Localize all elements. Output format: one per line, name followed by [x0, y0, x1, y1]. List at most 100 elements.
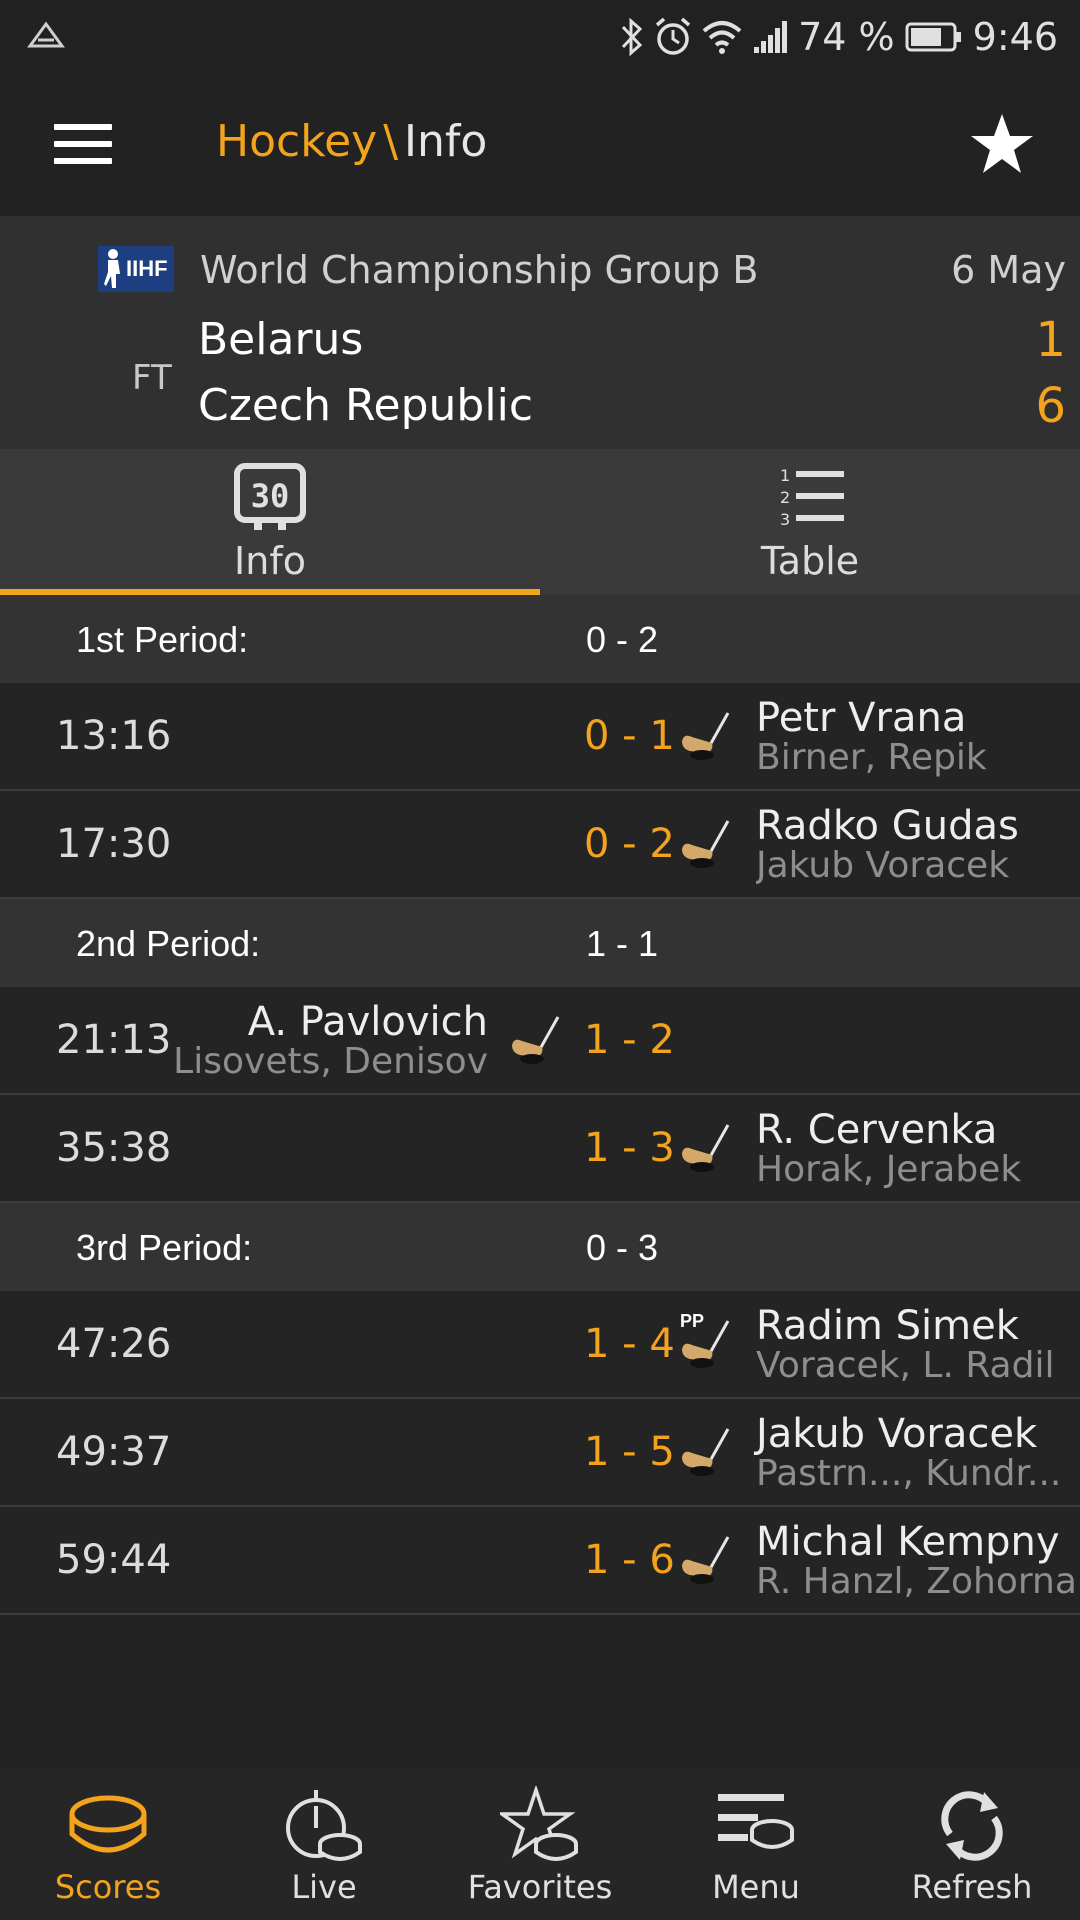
period-header: 2nd Period: 1 - 1 — [0, 899, 1080, 987]
period-header: 3rd Period: 0 - 3 — [0, 1203, 1080, 1291]
tab-info-label: Info — [234, 539, 306, 583]
tab-bar: 30 Info 1 2 3 Table — [0, 449, 1080, 595]
goal-row[interactable]: 49:37 1 - 5 Jakub Voracek Pastrn..., Kun… — [0, 1399, 1080, 1507]
competition-name: World Championship Group B — [200, 248, 759, 292]
bottom-navigation: Scores Live Favorites Menu Refresh — [0, 1768, 1080, 1920]
goal-scorer: Michal Kempny — [756, 1519, 1060, 1565]
svg-text:3: 3 — [780, 510, 790, 529]
page-title: Hockey \ Info — [216, 116, 487, 167]
nav-refresh[interactable]: Refresh — [864, 1768, 1080, 1920]
goal-score: 1 - 4 — [584, 1321, 675, 1367]
goal-time: 49:37 — [56, 1429, 172, 1475]
goal-score: 1 - 5 — [584, 1429, 675, 1475]
goal-row[interactable]: 17:30 0 - 2 Radko Gudas Jakub Voracek — [0, 791, 1080, 899]
match-date: 6 May — [951, 248, 1066, 292]
svg-text:30: 30 — [251, 477, 290, 515]
period-score: 0 - 3 — [586, 1227, 659, 1268]
signal-icon — [754, 21, 788, 53]
goal-scorer: Petr Vrana — [756, 695, 967, 741]
svg-text:2: 2 — [780, 488, 790, 507]
nav-favorites-label: Favorites — [467, 1868, 613, 1906]
goal-scorer: Radko Gudas — [756, 803, 1019, 849]
period-score: 0 - 2 — [586, 619, 659, 660]
hockey-stick-icon — [682, 1320, 730, 1368]
tab-table[interactable]: 1 2 3 Table — [540, 449, 1080, 595]
tab-info[interactable]: 30 Info — [0, 449, 540, 595]
breadcrumb-page: Info — [404, 116, 488, 167]
goal-score: 1 - 3 — [584, 1125, 675, 1171]
refresh-icon — [941, 1791, 1003, 1861]
goal-scorer: A. Pavlovich — [247, 999, 488, 1045]
goal-score: 0 - 1 — [584, 713, 675, 759]
app-bar: Hockey \ Info — [0, 72, 1080, 216]
nav-menu[interactable]: Menu — [648, 1768, 864, 1920]
hockey-stick-icon — [512, 1016, 560, 1064]
iihf-logo: IIHF — [98, 246, 174, 292]
goal-time: 59:44 — [56, 1537, 172, 1583]
scoreboard-icon: 30 — [234, 463, 306, 530]
goal-score: 1 - 2 — [584, 1017, 675, 1063]
nav-scores-label: Scores — [54, 1868, 162, 1906]
goal-row[interactable]: 21:13 A. Pavlovich Lisovets, Denisov 1 -… — [0, 987, 1080, 1095]
nav-live[interactable]: Live — [216, 1768, 432, 1920]
hockey-stick-icon — [682, 1124, 730, 1172]
hockey-stick-icon — [682, 820, 730, 868]
goal-scorer: Radim Simek — [756, 1303, 1019, 1349]
ranked-list-icon: 1 2 3 — [780, 466, 844, 529]
period-score: 1 - 1 — [586, 923, 659, 964]
away-team-name[interactable]: Czech Republic — [198, 380, 533, 431]
wifi-icon — [702, 21, 742, 54]
match-header: IIHF World Championship Group B 6 May FT… — [0, 216, 1080, 449]
period-label: 1st Period: — [76, 619, 249, 660]
hockey-stick-icon — [682, 1536, 730, 1584]
goal-assists: Lisovets, Denisov — [173, 1041, 488, 1082]
goal-assists: R. Hanzl, Zohorna — [756, 1561, 1077, 1602]
hockey-stick-icon — [682, 1428, 730, 1476]
puck-icon — [69, 1795, 147, 1853]
goal-assists: Horak, Jerabek — [756, 1149, 1022, 1190]
alarm-icon — [655, 17, 691, 55]
goal-time: 35:38 — [56, 1125, 172, 1171]
battery-percent: 74 % — [798, 15, 895, 59]
goal-assists: Pastrn..., Kundr... — [756, 1453, 1062, 1494]
home-team-name[interactable]: Belarus — [198, 314, 363, 365]
bluetooth-icon — [622, 17, 643, 57]
period-label: 3rd Period: — [76, 1227, 253, 1268]
match-events-list: 1st Period: 0 - 2 13:16 0 - 1 Petr Vrana… — [0, 595, 1080, 1615]
battery-icon — [905, 22, 961, 52]
goal-time: 17:30 — [56, 821, 172, 867]
goal-assists: Jakub Voracek — [756, 845, 1010, 886]
hockey-stick-icon — [682, 712, 730, 760]
hamburger-menu-icon[interactable] — [54, 124, 112, 164]
nav-refresh-label: Refresh — [911, 1868, 1033, 1906]
period-label: 2nd Period: — [76, 923, 261, 964]
goal-scorer: Jakub Voracek — [756, 1411, 1038, 1457]
goal-row[interactable]: 35:38 1 - 3 R. Cervenka Horak, Jerabek — [0, 1095, 1080, 1203]
goal-score: 1 - 6 — [584, 1537, 675, 1583]
goal-time: 13:16 — [56, 713, 172, 759]
goal-row[interactable]: 13:16 0 - 1 Petr Vrana Birner, Repik — [0, 683, 1080, 791]
nav-favorites[interactable]: Favorites — [432, 1768, 648, 1920]
svg-text:1: 1 — [780, 466, 790, 485]
nav-menu-label: Menu — [712, 1868, 800, 1906]
tab-table-label: Table — [760, 539, 860, 583]
star-puck-icon — [500, 1786, 578, 1861]
goal-score: 0 - 2 — [584, 821, 675, 867]
breadcrumb-section[interactable]: Hockey — [216, 116, 377, 167]
goal-assists: Voracek, L. Radil — [756, 1345, 1055, 1386]
nav-scores[interactable]: Scores — [0, 1768, 216, 1920]
breadcrumb-separator: \ — [383, 116, 399, 167]
goal-row[interactable]: 47:26 1 - 4 PP Radim Simek Voracek, L. R… — [0, 1291, 1080, 1399]
period-header: 1st Period: 0 - 2 — [0, 595, 1080, 683]
menu-puck-icon — [718, 1794, 794, 1849]
clock-time: 9:46 — [972, 15, 1058, 59]
goal-row[interactable]: 59:44 1 - 6 Michal Kempny R. Hanzl, Zoho… — [0, 1507, 1080, 1615]
home-team-score: 1 — [1035, 312, 1066, 368]
stopwatch-puck-icon — [286, 1790, 362, 1861]
favorite-star-icon[interactable] — [970, 112, 1034, 176]
nav-live-label: Live — [291, 1868, 357, 1906]
match-status: FT — [132, 358, 172, 398]
goal-time: 47:26 — [56, 1321, 172, 1367]
goal-assists: Birner, Repik — [756, 737, 987, 778]
away-team-score: 6 — [1035, 378, 1066, 434]
